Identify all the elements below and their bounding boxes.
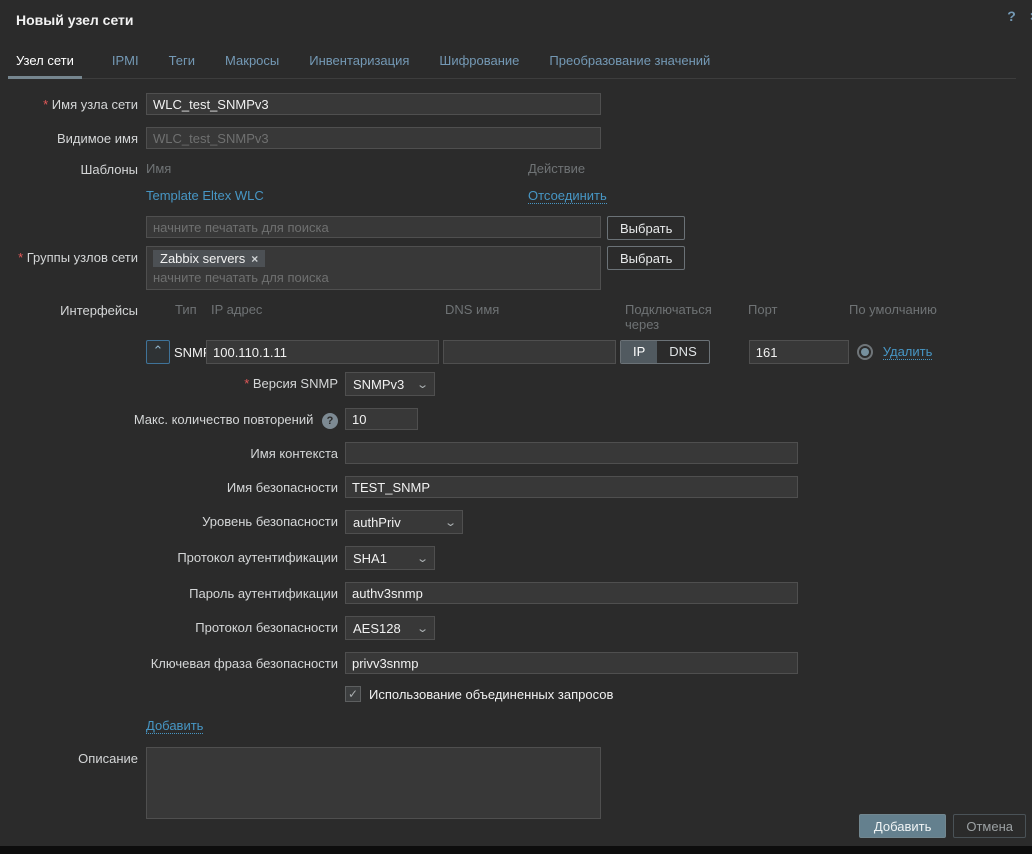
collapse-interface-button[interactable]: ⌃ xyxy=(146,340,170,364)
snmp-interface-row: ⌃ SNMP IP DNS Удалить xyxy=(146,340,1016,364)
auth-passphrase-input[interactable] xyxy=(345,582,798,604)
templates-col-name: Имя xyxy=(146,161,528,176)
add-interface-link[interactable]: Добавить xyxy=(146,718,203,734)
col-dns: DNS имя xyxy=(445,302,625,332)
tab-value-mapping[interactable]: Преобразование значений xyxy=(549,53,710,78)
cancel-button[interactable]: Отмена xyxy=(953,814,1026,838)
max-repetitions-label: Макс. количество повторений ? xyxy=(76,408,338,430)
add-button[interactable]: Добавить xyxy=(859,814,946,838)
host-groups-search-placeholder: начните печатать для поиска xyxy=(153,267,594,285)
templates-col-action: Действие xyxy=(528,161,585,176)
template-select-button[interactable]: Выбрать xyxy=(607,216,685,240)
auth-passphrase-label: Пароль аутентификации xyxy=(146,582,338,604)
context-name-input[interactable] xyxy=(345,442,798,464)
privacy-passphrase-input[interactable] xyxy=(345,652,798,674)
dialog-header: Новый узел сети ? × xyxy=(0,0,1032,28)
host-groups-multiselect[interactable]: Zabbix servers × начните печатать для по… xyxy=(146,246,601,290)
privacy-protocol-select[interactable]: AES128 ⌄ xyxy=(345,616,435,640)
dialog-footer: Добавить Отмена xyxy=(859,814,1026,838)
bulk-requests-label: Использование объединенных запросов xyxy=(369,687,613,702)
privacy-protocol-label: Протокол безопасности xyxy=(146,616,338,640)
security-level-label: Уровень безопасности xyxy=(146,510,338,534)
new-host-dialog: Новый узел сети ? × Узел сети IPMI Теги … xyxy=(0,0,1032,846)
host-groups-label: Группы узлов сети xyxy=(16,246,138,290)
check-icon: ✓ xyxy=(348,687,358,701)
host-form: Имя узла сети Видимое имя Шаблоны Имя Де… xyxy=(0,79,1032,822)
ip-address-input[interactable] xyxy=(206,340,439,364)
visible-name-input[interactable] xyxy=(146,127,601,149)
snmp-version-label: Версия SNMP xyxy=(146,372,338,396)
help-circle-icon[interactable]: ? xyxy=(322,413,338,429)
chevron-down-icon: ⌄ xyxy=(416,552,429,565)
bulk-requests-checkbox[interactable]: ✓ xyxy=(345,686,361,702)
auth-protocol-select[interactable]: SHA1 ⌄ xyxy=(345,546,435,570)
host-name-input[interactable] xyxy=(146,93,601,115)
connect-via-ip-option[interactable]: IP xyxy=(621,341,657,363)
col-type: Тип xyxy=(175,302,211,332)
dns-name-input[interactable] xyxy=(443,340,616,364)
host-group-chip: Zabbix servers × xyxy=(153,250,265,267)
port-input[interactable] xyxy=(749,340,849,364)
connect-via-toggle: IP DNS xyxy=(620,340,710,364)
max-repetitions-input[interactable] xyxy=(345,408,418,430)
col-default: По умолчанию xyxy=(849,302,937,332)
description-label: Описание xyxy=(16,751,138,822)
remove-interface-link[interactable]: Удалить xyxy=(883,344,933,360)
template-unlink-link[interactable]: Отсоединить xyxy=(528,188,607,204)
host-groups-select-button[interactable]: Выбрать xyxy=(607,246,685,270)
chevron-down-icon: ⌄ xyxy=(416,378,429,391)
tab-ipmi[interactable]: IPMI xyxy=(112,53,139,78)
chevron-down-icon: ⌄ xyxy=(416,622,429,635)
templates-label: Шаблоны xyxy=(16,161,138,240)
dialog-title: Новый узел сети xyxy=(16,12,1016,28)
interface-type: SNMP xyxy=(174,345,206,360)
template-search-input[interactable] xyxy=(146,216,601,238)
security-level-select[interactable]: authPriv ⌄ xyxy=(345,510,463,534)
snmp-version-select[interactable]: SNMPv3 ⌄ xyxy=(345,372,435,396)
privacy-passphrase-label: Ключевая фраза безопасности xyxy=(146,652,338,674)
description-textarea[interactable] xyxy=(146,747,601,819)
security-name-input[interactable] xyxy=(345,476,798,498)
tab-inventory[interactable]: Инвентаризация xyxy=(309,53,409,78)
template-link[interactable]: Template Eltex WLC xyxy=(146,188,264,203)
context-name-label: Имя контекста xyxy=(146,442,338,464)
host-group-chip-label: Zabbix servers xyxy=(160,251,245,266)
auth-protocol-label: Протокол аутентификации xyxy=(146,546,338,570)
connect-via-dns-option[interactable]: DNS xyxy=(657,341,708,363)
tab-tags[interactable]: Теги xyxy=(169,53,195,78)
chevron-down-icon: ⌄ xyxy=(444,516,457,529)
tab-encryption[interactable]: Шифрование xyxy=(439,53,519,78)
tab-host[interactable]: Узел сети xyxy=(8,53,82,79)
col-ip: IP адрес xyxy=(211,302,445,332)
remove-chip-icon[interactable]: × xyxy=(251,252,258,266)
tab-macros[interactable]: Макросы xyxy=(225,53,279,78)
help-icon[interactable]: ? xyxy=(1007,8,1016,24)
chevron-up-icon: ⌃ xyxy=(153,343,164,358)
col-port: Порт xyxy=(748,302,849,332)
security-name-label: Имя безопасности xyxy=(146,476,338,498)
host-name-label: Имя узла сети xyxy=(16,93,138,115)
default-interface-radio[interactable] xyxy=(857,344,873,360)
interfaces-header: Тип IP адрес DNS имя Подключаться через … xyxy=(146,302,1016,332)
tab-bar: Узел сети IPMI Теги Макросы Инвентаризац… xyxy=(16,53,1016,79)
visible-name-label: Видимое имя xyxy=(16,127,138,149)
col-connect-via: Подключаться через xyxy=(625,302,748,332)
interfaces-label: Интерфейсы xyxy=(16,302,138,747)
